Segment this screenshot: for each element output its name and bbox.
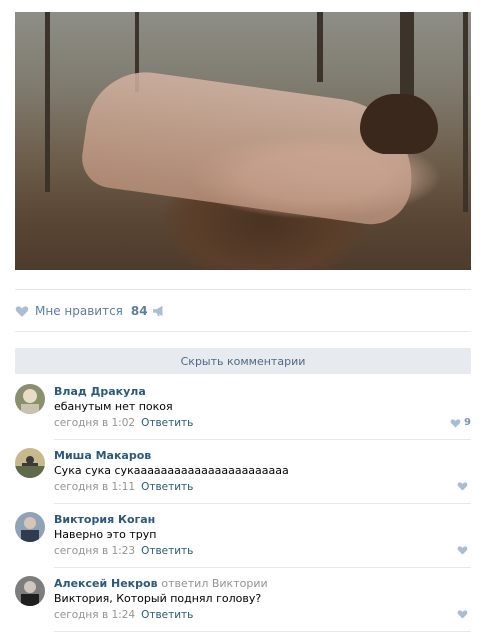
comment-like-button[interactable]: [457, 545, 471, 555]
comment-time[interactable]: сегодня в 1:24: [54, 609, 135, 621]
hide-comments-button[interactable]: Скрыть комментарии: [15, 348, 471, 374]
comment-author[interactable]: Алексей Некров ответил Виктории: [54, 577, 268, 590]
comment-like-count: 9: [464, 417, 471, 428]
comment-like-button[interactable]: [457, 609, 471, 619]
hide-comments-label: Скрыть комментарии: [180, 354, 306, 368]
heart-icon: [457, 482, 468, 491]
comment-meta: сегодня в 1:24 Ответить: [54, 609, 193, 621]
tree-trunk: [45, 12, 50, 192]
comment-author[interactable]: Миша Макаров: [54, 449, 151, 462]
comment-text: Наверно это труп: [54, 528, 157, 541]
avatar[interactable]: [15, 576, 45, 606]
divider: [54, 631, 471, 632]
like-label: Мне нравится: [35, 304, 123, 318]
comment-author-name[interactable]: Алексей Некров: [54, 577, 158, 590]
heart-icon: [15, 306, 29, 317]
reply-button[interactable]: Ответить: [141, 545, 193, 557]
reply-button[interactable]: Ответить: [141, 417, 193, 429]
photo-subject-head: [360, 94, 438, 154]
heart-icon: [457, 546, 468, 555]
heart-icon: [450, 418, 461, 428]
avatar[interactable]: [15, 512, 45, 542]
comment-like-button[interactable]: 9: [450, 417, 471, 428]
comment-meta: сегодня в 1:11 Ответить: [54, 481, 193, 493]
comment-meta: сегодня в 1:02 Ответить: [54, 417, 193, 429]
divider: [54, 503, 471, 504]
comment-meta: сегодня в 1:23 Ответить: [54, 545, 193, 557]
comment-time[interactable]: сегодня в 1:23: [54, 545, 135, 557]
comment-like-button[interactable]: [457, 481, 471, 491]
comment-item: Виктория Коган Наверно это труп сегодня …: [15, 512, 471, 560]
comment-item: Алексей Некров ответил Виктории Виктория…: [15, 576, 471, 624]
reply-note[interactable]: ответил Виктории: [161, 577, 267, 590]
tree-trunk: [463, 12, 468, 212]
tree-trunk: [317, 12, 323, 82]
comment-item: Миша Макаров Сука сука сукаааааааааааааа…: [15, 448, 471, 496]
like-count: 84: [130, 304, 148, 318]
divider: [15, 289, 471, 290]
reply-button[interactable]: Ответить: [141, 481, 193, 493]
comment-author[interactable]: Влад Дракула: [54, 385, 146, 398]
comment-time[interactable]: сегодня в 1:11: [54, 481, 135, 493]
comment-time[interactable]: сегодня в 1:02: [54, 417, 135, 429]
avatar[interactable]: [15, 448, 45, 478]
comment-text: Виктория, Который поднял голову?: [54, 592, 262, 605]
divider: [54, 567, 471, 568]
megaphone-icon[interactable]: [152, 305, 166, 317]
comment-text: Сука сука сукааааааааааааааааааааааа: [54, 464, 289, 477]
post-photo[interactable]: [15, 12, 471, 270]
divider: [54, 439, 471, 440]
heart-icon: [457, 610, 468, 619]
comment-author[interactable]: Виктория Коган: [54, 513, 155, 526]
divider: [15, 331, 471, 332]
comment-item: Влад Дракула ебанутым нет покоя сегодня …: [15, 384, 471, 432]
avatar[interactable]: [15, 384, 45, 414]
comment-text: ебанутым нет покоя: [54, 400, 173, 413]
reply-button[interactable]: Ответить: [141, 609, 193, 621]
like-button[interactable]: Мне нравится 84: [15, 301, 148, 321]
